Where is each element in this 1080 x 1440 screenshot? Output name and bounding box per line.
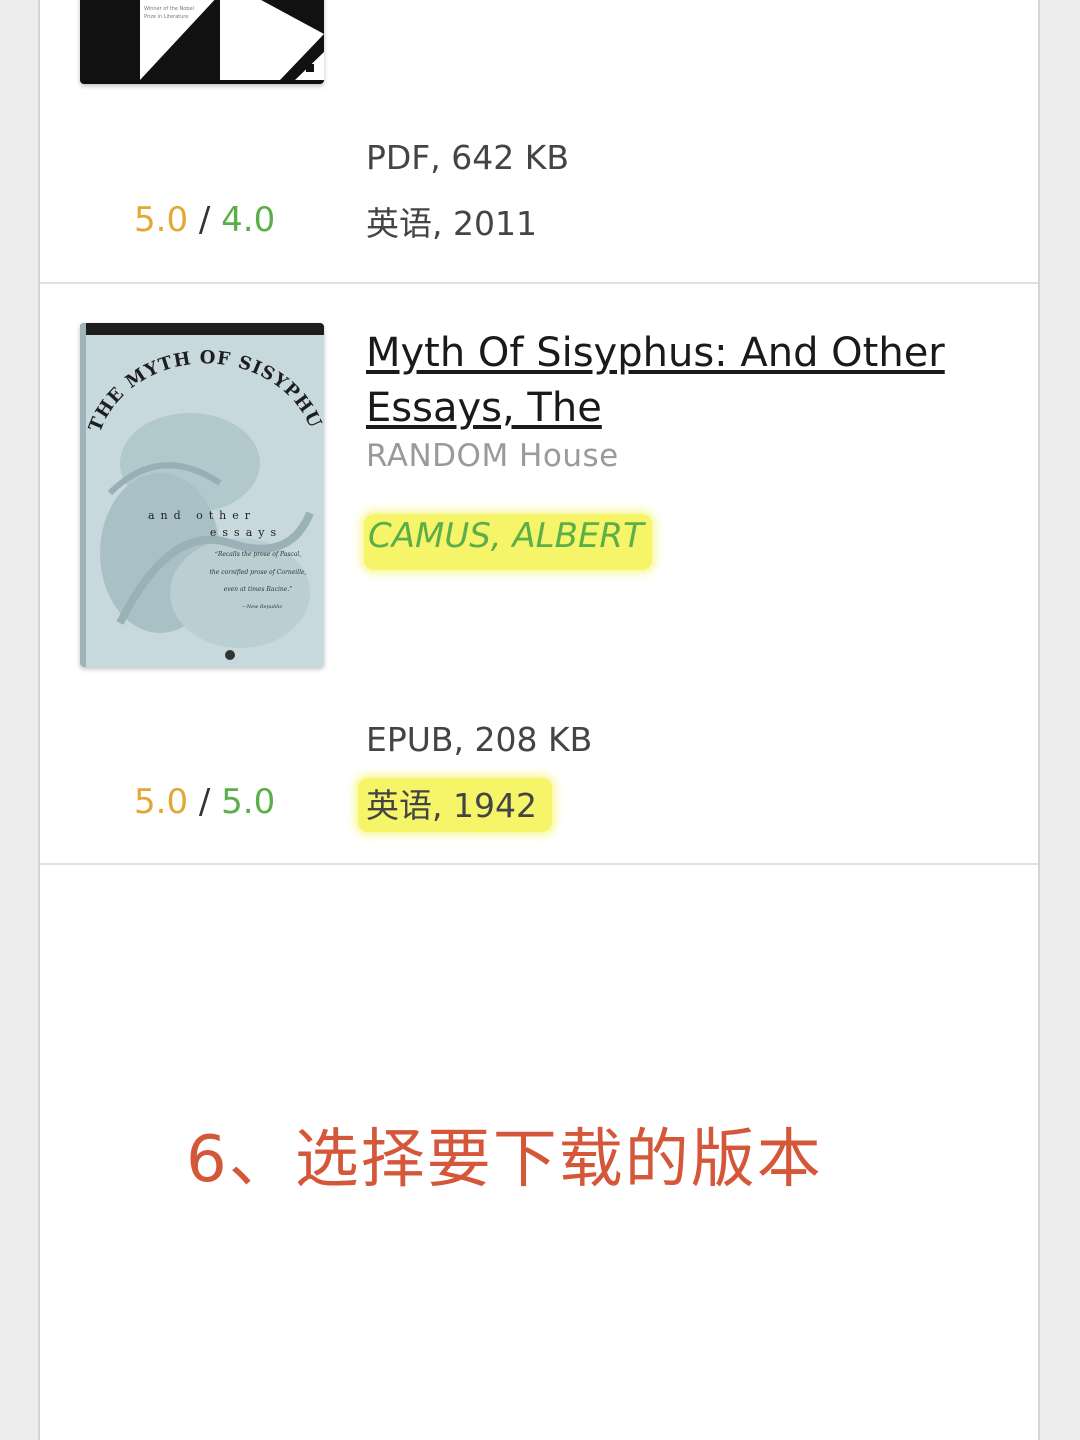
book2-title-link[interactable]: Myth Of Sisyphus: And Other Essays, The <box>366 326 996 436</box>
cover-1-text-1: Winner of the Nobel <box>144 6 194 12</box>
book1-language-year: 英语, 2011 <box>366 204 537 243</box>
book2-format: EPUB, 208 KB <box>366 720 593 759</box>
cover-2-quote-1: “Recalls the prose of Pascal, <box>215 551 302 558</box>
search-results-panel: Winner of the Nobel Prize in Literature … <box>38 0 1040 1440</box>
book2-language-year: 英语, 1942 <box>366 786 537 825</box>
cover-2-quote-3: even at times Racine.” <box>224 586 293 593</box>
rating-separator: / <box>198 782 211 822</box>
cover-1-text-2: Prize in Literature <box>144 14 188 20</box>
instruction-caption: 6、选择要下载的版本 <box>186 1123 823 1197</box>
result-divider <box>40 863 1038 865</box>
book1-rating: 5.0 / 4.0 <box>134 200 275 240</box>
book2-author-link[interactable]: CAMUS, ALBERT <box>368 516 644 556</box>
book2-rating: 5.0 / 5.0 <box>134 782 275 822</box>
cover-2-quote-source: —New Republic <box>242 604 283 610</box>
book2-rating-user: 5.0 <box>134 782 189 822</box>
book2-rating-quality: 5.0 <box>221 782 276 822</box>
cover-2-subtitle-1: and other <box>148 509 256 522</box>
book-cover-2-art: THE MYTH OF SISYPHUS and other essays “R… <box>80 323 324 667</box>
book1-format: PDF, 642 KB <box>366 138 570 177</box>
book2-publisher: RANDOM House <box>366 438 619 474</box>
cover-2-quote-2: the cornified prose of Corneille, <box>210 569 307 576</box>
book1-rating-quality: 4.0 <box>221 200 276 240</box>
cover-2-subtitle-2: essays <box>210 526 282 539</box>
book1-rating-user: 5.0 <box>134 200 189 240</box>
book-cover-1[interactable]: Winner of the Nobel Prize in Literature <box>80 0 324 84</box>
book-cover-2[interactable]: THE MYTH OF SISYPHUS and other essays “R… <box>80 323 324 667</box>
result-divider <box>40 282 1038 284</box>
rating-separator: / <box>198 200 211 240</box>
book-cover-1-art: Winner of the Nobel Prize in Literature <box>80 0 324 84</box>
